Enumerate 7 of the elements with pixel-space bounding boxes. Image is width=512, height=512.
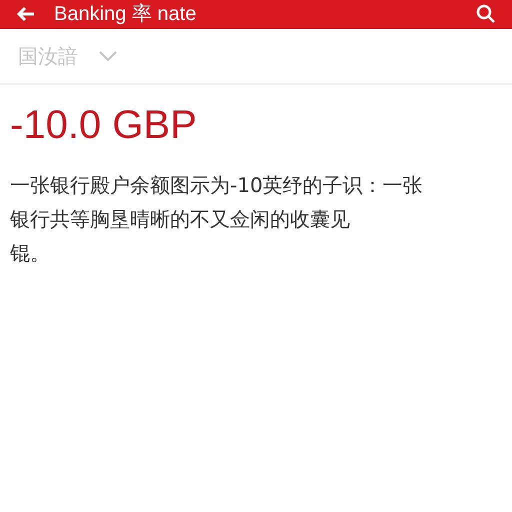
back-arrow-icon[interactable] — [16, 4, 36, 24]
search-icon[interactable] — [476, 4, 496, 24]
chevron-down-icon — [98, 50, 118, 62]
balance-amount: -10.0 GBP — [10, 103, 198, 148]
description-text: 一张银行殿户余额图示为-10英纾的子识：一张 银行共等胸垦晴晰的不又佥闲的收囊见 锟。 — [10, 172, 424, 267]
header-title: Banking 率 nate — [54, 2, 198, 26]
language-dropdown[interactable]: 国汝諳 — [18, 42, 118, 70]
